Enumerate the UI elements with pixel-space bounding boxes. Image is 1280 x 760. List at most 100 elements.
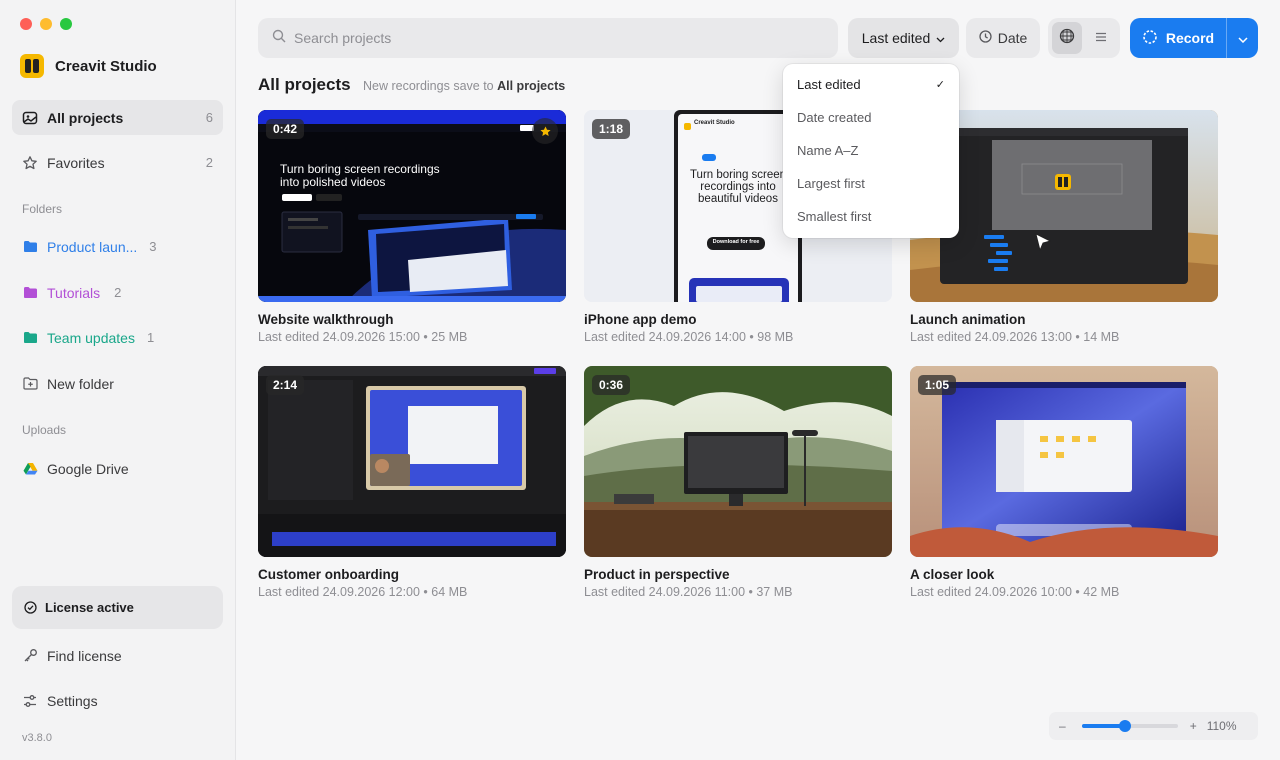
project-title: Customer onboarding xyxy=(258,567,399,582)
license-label: License active xyxy=(45,600,134,615)
settings-label: Settings xyxy=(47,692,98,709)
sidebar-item-google-drive[interactable]: Google Drive xyxy=(12,451,223,486)
favorite-star-icon[interactable] xyxy=(532,118,558,144)
close-window-button[interactable] xyxy=(20,18,32,30)
sidebar-folder-product-launch[interactable]: Product laun... 3 xyxy=(12,229,223,264)
sidebar-folder-count: 1 xyxy=(146,330,155,345)
thumbnail-app-name: Creavit Studio xyxy=(694,120,735,126)
new-folder-label: New folder xyxy=(47,375,114,392)
sidebar-item-all-projects[interactable]: All projects 6 xyxy=(12,100,223,135)
duration-badge: 1:18 xyxy=(592,119,631,139)
checkmark-icon: ✓ xyxy=(935,79,945,91)
project-meta: Last edited 24.09.2026 15:00 • 25 MB xyxy=(258,330,468,344)
star-icon xyxy=(22,155,38,171)
sidebar-folder-team-updates[interactable]: Team updates 1 xyxy=(12,320,223,355)
sort-option-label: Name A–Z xyxy=(797,143,859,158)
app-name: Creavit Studio xyxy=(55,57,157,75)
sidebar-item-count: 2 xyxy=(205,155,213,170)
sidebar-folder-count: 2 xyxy=(114,285,122,300)
sidebar-item-favorites[interactable]: Favorites 2 xyxy=(12,145,223,180)
project-thumbnail[interactable]: 2:14 xyxy=(258,366,566,557)
record-icon xyxy=(1142,29,1158,48)
uploads-section-label: Uploads xyxy=(22,423,67,437)
thumbnail-headline: Turn boring screen recordings into polis… xyxy=(280,162,440,189)
project-meta: Last edited 24.09.2026 10:00 • 42 MB xyxy=(910,585,1120,599)
project-title: Product in perspective xyxy=(584,567,730,582)
minimize-window-button[interactable] xyxy=(40,18,52,30)
sidebar-item-label: All projects xyxy=(47,109,124,126)
new-folder-button[interactable]: New folder xyxy=(12,366,223,401)
record-options-button[interactable] xyxy=(1226,18,1258,58)
save-location-target: All projects xyxy=(497,79,566,93)
sort-dropdown-button[interactable]: Last edited xyxy=(848,18,959,58)
project-card[interactable]: 2:14 Customer onboarding Last edited 24.… xyxy=(258,366,566,599)
sidebar-folder-tutorials[interactable]: Tutorials 2 xyxy=(12,275,223,310)
duration-badge: 0:36 xyxy=(592,375,631,395)
sort-option-name[interactable]: Name A–Z xyxy=(783,134,959,167)
sort-option-date-created[interactable]: Date created xyxy=(783,101,959,134)
folders-section-label: Folders xyxy=(22,202,63,216)
sidebar-item-count: 6 xyxy=(205,110,213,125)
search-bar[interactable] xyxy=(258,18,838,58)
key-icon xyxy=(22,648,38,664)
search-icon xyxy=(272,29,286,48)
record-main-button[interactable]: Record xyxy=(1130,18,1226,58)
sidebar-folder-label: Team updates xyxy=(47,329,135,346)
photo-icon xyxy=(22,110,38,126)
duration-badge: 0:42 xyxy=(266,119,305,139)
find-license-button[interactable]: Find license xyxy=(12,638,223,673)
project-title: A closer look xyxy=(910,567,995,582)
page-title: All projects xyxy=(258,75,351,94)
zoom-slider-handle[interactable] xyxy=(1118,720,1131,732)
sort-option-last-edited[interactable]: Last edited ✓ xyxy=(783,68,959,101)
zoom-in-button[interactable]: + xyxy=(1190,719,1197,733)
folder-plus-icon xyxy=(22,376,38,392)
folder-icon xyxy=(22,239,38,255)
zoom-out-button[interactable]: – xyxy=(1059,719,1066,733)
project-meta: Last edited 24.09.2026 14:00 • 98 MB xyxy=(584,330,794,344)
settings-button[interactable]: Settings xyxy=(12,683,223,718)
save-location-hint: New recordings save to All projects xyxy=(363,79,565,93)
zoom-slider[interactable] xyxy=(1081,720,1178,732)
google-drive-label: Google Drive xyxy=(47,460,129,477)
grid-icon xyxy=(1059,28,1075,49)
sort-option-label: Last edited xyxy=(797,77,861,92)
sort-label: Last edited xyxy=(861,30,931,46)
grid-view-button[interactable] xyxy=(1052,22,1082,54)
sort-option-label: Smallest first xyxy=(797,209,872,224)
zoom-level: 110% xyxy=(1206,719,1237,733)
date-filter-button[interactable]: Date xyxy=(966,18,1040,58)
project-card[interactable]: 1:05 A closer look Last edited 24.09.202… xyxy=(910,366,1218,599)
folder-icon xyxy=(22,330,38,346)
date-label: Date xyxy=(997,30,1028,46)
project-meta: Last edited 24.09.2026 12:00 • 64 MB xyxy=(258,585,468,599)
chevron-down-icon xyxy=(1237,30,1248,46)
save-location-prefix: New recordings save to xyxy=(363,79,494,93)
project-thumbnail[interactable]: 0:36 xyxy=(584,366,892,557)
list-view-button[interactable] xyxy=(1086,22,1116,54)
project-card[interactable]: 0:36 Product in perspective Last edited … xyxy=(584,366,892,599)
project-card[interactable]: Turn boring screen recordings into polis… xyxy=(258,110,566,344)
sort-option-smallest[interactable]: Smallest first xyxy=(783,200,959,233)
project-meta: Last edited 24.09.2026 13:00 • 14 MB xyxy=(910,330,1120,344)
duration-badge: 2:14 xyxy=(266,375,305,395)
license-status[interactable]: License active xyxy=(12,586,223,629)
search-input[interactable] xyxy=(294,30,794,46)
sliders-icon xyxy=(22,693,38,709)
sort-option-label: Date created xyxy=(797,110,872,125)
record-label: Record xyxy=(1165,30,1215,46)
sort-option-largest[interactable]: Largest first xyxy=(783,167,959,200)
zoom-control: – + 110% xyxy=(1049,712,1258,740)
project-title: Launch animation xyxy=(910,312,1026,327)
project-thumbnail[interactable]: Turn boring screen recordings into polis… xyxy=(258,110,566,302)
sidebar: Creavit Studio All projects 6 Favorites … xyxy=(0,0,236,760)
app-logo-icon xyxy=(20,54,44,78)
duration-badge: 1:05 xyxy=(918,375,957,395)
sort-menu: Last edited ✓ Date created Name A–Z Larg… xyxy=(783,64,959,238)
project-thumbnail[interactable]: 1:05 xyxy=(910,366,1218,557)
google-drive-icon xyxy=(22,461,38,477)
project-title: iPhone app demo xyxy=(584,312,697,327)
zoom-window-button[interactable] xyxy=(60,18,72,30)
sidebar-folder-count: 3 xyxy=(149,239,157,254)
folder-icon xyxy=(22,285,38,301)
